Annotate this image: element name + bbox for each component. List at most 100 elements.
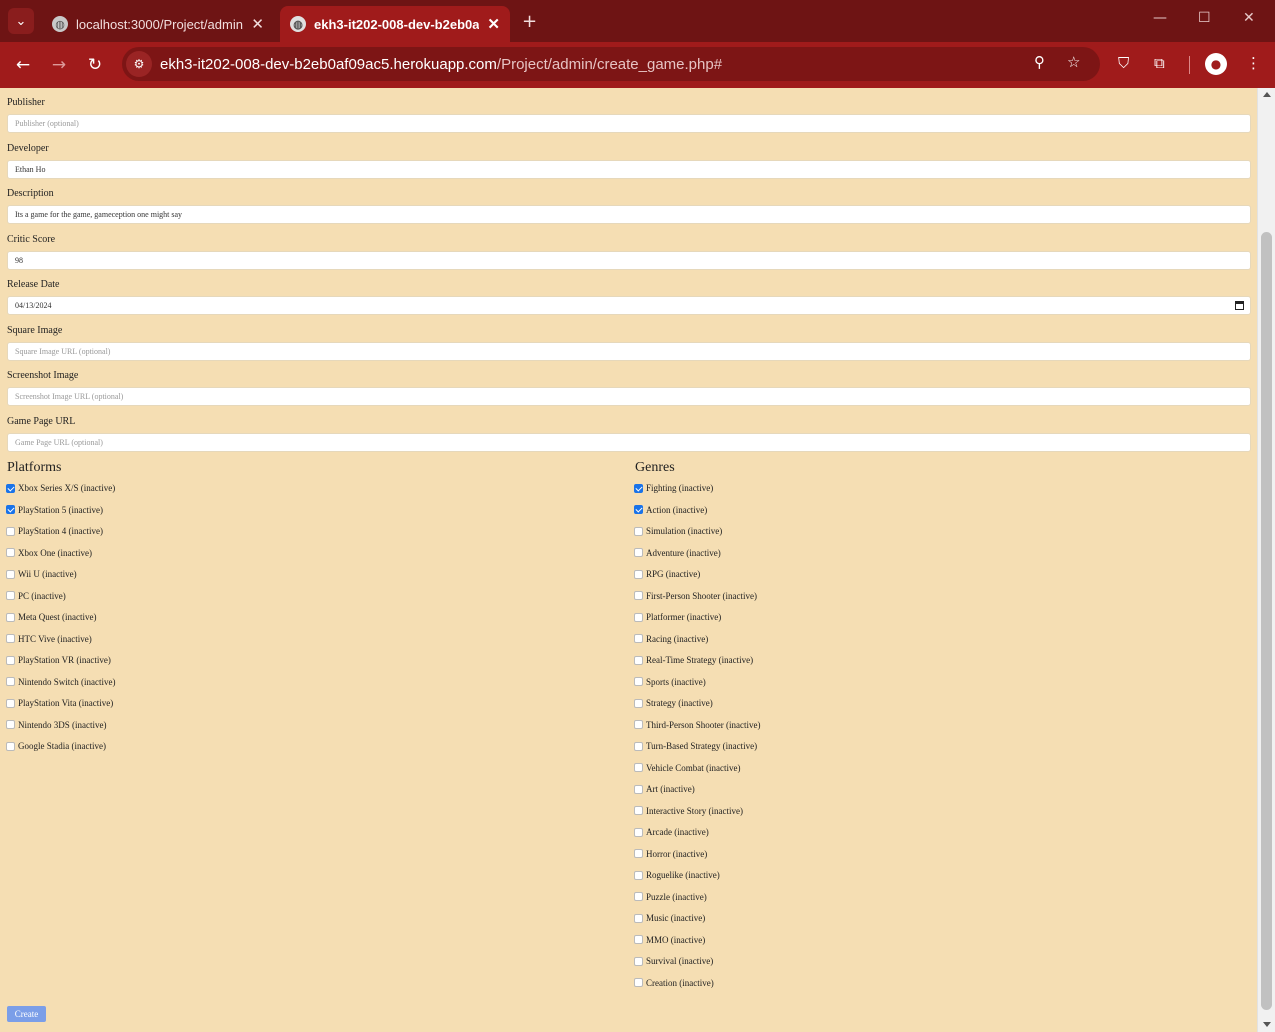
genre-checkbox[interactable] bbox=[634, 806, 643, 815]
star-icon[interactable]: ☆ bbox=[1067, 53, 1080, 71]
tab-search-icon[interactable]: ⌄ bbox=[8, 8, 34, 34]
genre-option[interactable]: Survival (inactive) bbox=[634, 954, 713, 968]
zoom-icon[interactable]: ⚲ bbox=[1034, 53, 1045, 71]
genre-checkbox[interactable] bbox=[634, 698, 643, 708]
platform-option[interactable]: PlayStation VR (inactive) bbox=[6, 653, 111, 667]
plus-icon[interactable]: + bbox=[522, 11, 537, 32]
genre-option[interactable]: Adventure (inactive) bbox=[634, 546, 721, 560]
platform-checkbox[interactable] bbox=[6, 720, 15, 729]
genre-checkbox[interactable] bbox=[634, 935, 643, 944]
more-icon[interactable]: ⋮ bbox=[1246, 54, 1261, 72]
genre-checkbox[interactable] bbox=[634, 591, 643, 600]
genre-checkbox[interactable] bbox=[634, 505, 643, 514]
genre-option[interactable]: Horror (inactive) bbox=[634, 847, 707, 861]
platform-checkbox[interactable] bbox=[6, 698, 15, 708]
platform-checkbox[interactable] bbox=[6, 655, 15, 665]
tab-localhost[interactable]: ◍ localhost:3000/Project/admin/ ✕ bbox=[42, 6, 274, 42]
scroll-up-icon[interactable] bbox=[1263, 92, 1271, 97]
create-button[interactable]: Create bbox=[7, 1006, 46, 1022]
genre-option[interactable]: Arcade (inactive) bbox=[634, 825, 709, 839]
genre-option[interactable]: First-Person Shooter (inactive) bbox=[634, 589, 757, 603]
genre-option[interactable]: Creation (inactive) bbox=[634, 976, 714, 990]
genre-checkbox[interactable] bbox=[634, 870, 643, 880]
platform-checkbox[interactable] bbox=[6, 741, 15, 751]
genre-checkbox[interactable] bbox=[634, 849, 643, 858]
genre-checkbox[interactable] bbox=[634, 956, 643, 966]
platform-option[interactable]: Xbox One (inactive) bbox=[6, 546, 92, 560]
platform-checkbox[interactable] bbox=[6, 634, 15, 643]
back-icon[interactable]: ← bbox=[11, 53, 35, 77]
scroll-down-icon[interactable] bbox=[1263, 1022, 1271, 1027]
platform-option[interactable]: PlayStation 4 (inactive) bbox=[6, 524, 103, 538]
genre-checkbox[interactable] bbox=[634, 548, 643, 557]
profile-icon[interactable]: ● bbox=[1205, 53, 1227, 75]
screenshot-image-input[interactable]: Screenshot Image URL (optional) bbox=[7, 387, 1251, 406]
platform-option[interactable]: PC (inactive) bbox=[6, 589, 66, 603]
genre-option[interactable]: Turn-Based Strategy (inactive) bbox=[634, 739, 757, 753]
genre-checkbox[interactable] bbox=[634, 763, 643, 772]
genre-checkbox[interactable] bbox=[634, 892, 643, 901]
platform-checkbox[interactable] bbox=[6, 591, 15, 600]
platform-checkbox[interactable] bbox=[6, 677, 15, 686]
genre-option[interactable]: Strategy (inactive) bbox=[634, 696, 713, 710]
genre-option[interactable]: Racing (inactive) bbox=[634, 632, 708, 646]
address-bar[interactable]: ⚙ ekh3-it202-008-dev-b2eb0af09ac5.heroku… bbox=[122, 47, 1100, 81]
close-window-icon[interactable]: ✕ bbox=[1243, 10, 1255, 26]
platform-option[interactable]: Xbox Series X/S (inactive) bbox=[6, 481, 115, 495]
genre-option[interactable]: Art (inactive) bbox=[634, 782, 695, 796]
genre-checkbox[interactable] bbox=[634, 526, 643, 536]
genre-option[interactable]: Action (inactive) bbox=[634, 503, 707, 517]
square-image-input[interactable]: Square Image URL (optional) bbox=[7, 342, 1251, 361]
description-input[interactable]: Its a game for the game, gameception one… bbox=[7, 205, 1251, 224]
close-icon[interactable]: ✕ bbox=[251, 15, 264, 33]
platform-checkbox[interactable] bbox=[6, 483, 15, 493]
forward-icon[interactable]: → bbox=[47, 53, 71, 77]
genre-checkbox[interactable] bbox=[634, 720, 643, 729]
genre-option[interactable]: MMO (inactive) bbox=[634, 933, 705, 947]
maximize-icon[interactable]: ☐ bbox=[1198, 10, 1211, 26]
platform-checkbox[interactable] bbox=[6, 505, 15, 514]
genre-checkbox[interactable] bbox=[634, 612, 643, 622]
tab-create-game[interactable]: ◍ ekh3-it202-008-dev-b2eb0af09ac5.heroku… bbox=[280, 6, 510, 42]
close-icon[interactable]: ✕ bbox=[487, 15, 500, 33]
shield-extension-icon[interactable]: ⛉ bbox=[1118, 54, 1129, 72]
genre-option[interactable]: Fighting (inactive) bbox=[634, 481, 713, 495]
genre-option[interactable]: Platformer (inactive) bbox=[634, 610, 721, 624]
platform-option[interactable]: Nintendo 3DS (inactive) bbox=[6, 718, 106, 732]
genre-checkbox[interactable] bbox=[634, 978, 643, 987]
genre-option[interactable]: Real-Time Strategy (inactive) bbox=[634, 653, 753, 667]
genre-checkbox[interactable] bbox=[634, 569, 643, 579]
site-info-icon[interactable]: ⚙ bbox=[126, 51, 152, 77]
platform-option[interactable]: Nintendo Switch (inactive) bbox=[6, 675, 115, 689]
genre-checkbox[interactable] bbox=[634, 677, 643, 686]
genre-option[interactable]: Simulation (inactive) bbox=[634, 524, 722, 538]
critic-score-input[interactable]: 98 bbox=[7, 251, 1251, 270]
developer-input[interactable]: Ethan Ho bbox=[7, 160, 1251, 179]
publisher-input[interactable]: Publisher (optional) bbox=[7, 114, 1251, 133]
platform-option[interactable]: HTC Vive (inactive) bbox=[6, 632, 92, 646]
platform-option[interactable]: Google Stadia (inactive) bbox=[6, 739, 106, 753]
platform-option[interactable]: Meta Quest (inactive) bbox=[6, 610, 96, 624]
genre-checkbox[interactable] bbox=[634, 634, 643, 643]
genre-checkbox[interactable] bbox=[634, 655, 643, 665]
platform-checkbox[interactable] bbox=[6, 612, 15, 622]
scroll-thumb[interactable] bbox=[1261, 232, 1272, 1010]
platform-checkbox[interactable] bbox=[6, 548, 15, 557]
genre-checkbox[interactable] bbox=[634, 483, 643, 493]
reload-icon[interactable]: ↻ bbox=[83, 53, 107, 77]
genre-checkbox[interactable] bbox=[634, 784, 643, 794]
release-date-input[interactable]: 04/13/2024 bbox=[7, 296, 1251, 315]
game-page-url-input[interactable]: Game Page URL (optional) bbox=[7, 433, 1251, 452]
genre-option[interactable]: Third-Person Shooter (inactive) bbox=[634, 718, 760, 732]
calendar-icon[interactable] bbox=[1235, 301, 1244, 310]
platform-option[interactable]: PlayStation Vita (inactive) bbox=[6, 696, 113, 710]
platform-checkbox[interactable] bbox=[6, 569, 15, 579]
genre-option[interactable]: Vehicle Combat (inactive) bbox=[634, 761, 740, 775]
genre-checkbox[interactable] bbox=[634, 827, 643, 837]
genre-option[interactable]: Puzzle (inactive) bbox=[634, 890, 707, 904]
platform-checkbox[interactable] bbox=[6, 526, 15, 536]
genre-checkbox[interactable] bbox=[634, 913, 643, 923]
platform-option[interactable]: Wii U (inactive) bbox=[6, 567, 77, 581]
genre-option[interactable]: Music (inactive) bbox=[634, 911, 705, 925]
page-scrollbar[interactable] bbox=[1257, 88, 1275, 1032]
